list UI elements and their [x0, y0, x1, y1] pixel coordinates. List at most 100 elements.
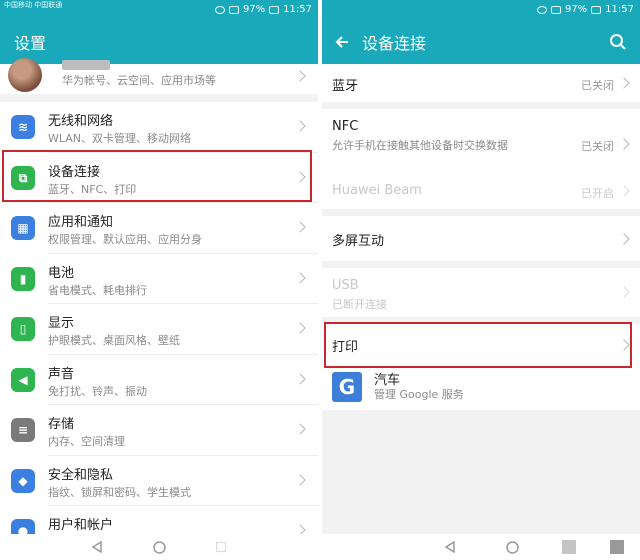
- recents-nav-button[interactable]: [214, 540, 228, 554]
- clock: 11:57: [605, 4, 634, 15]
- chevron-right-icon: [294, 70, 306, 82]
- battery-icon: ▮: [11, 266, 35, 291]
- chevron-right-icon: [294, 271, 306, 284]
- home-nav-button[interactable]: [152, 540, 166, 554]
- settings-item[interactable]: ▦ 应用和通知权限管理、默认应用、应用分身: [0, 203, 318, 254]
- nav-bar: [0, 534, 318, 560]
- chevron-right-icon: [618, 233, 630, 245]
- car-label: 汽车: [374, 373, 401, 388]
- shield-icon: ◆: [11, 468, 35, 493]
- status-bar: 97% 11:57: [322, 0, 640, 20]
- recents-square-icon[interactable]: [610, 540, 624, 554]
- page-title: 设置: [14, 34, 47, 53]
- account-subtitle: 华为帐号、云空间、应用市场等: [62, 74, 216, 87]
- settings-item-title: 电池: [48, 265, 75, 281]
- status-bar: 中国移动 中国联通 97% 11:57: [0, 0, 318, 20]
- multiscreen-label: 多屏互动: [332, 234, 385, 249]
- chevron-right-icon: [294, 473, 306, 486]
- page-title: 设备连接: [362, 34, 427, 53]
- account-name-blurred: [62, 60, 110, 70]
- nfc-label: NFC: [332, 119, 359, 134]
- avatar: [8, 58, 42, 92]
- chevron-right-icon: [618, 77, 630, 89]
- chevron-right-icon: [294, 120, 306, 132]
- chevron-right-icon: [294, 221, 306, 233]
- sound-icon: ◀: [11, 367, 35, 392]
- battery-percent: 97%: [242, 4, 266, 15]
- settings-item[interactable]: ◆ 安全和隐私指纹、锁屏和密码、学生模式: [0, 455, 318, 506]
- bluetooth-row[interactable]: 蓝牙 已关闭: [322, 64, 640, 102]
- huawei-beam-row: Huawei Beam 已开启: [322, 177, 640, 209]
- display-icon: ▯: [11, 317, 35, 341]
- storage-icon: ≡: [11, 418, 35, 442]
- chevron-right-icon: [618, 185, 630, 197]
- usb-label: USB: [332, 278, 359, 293]
- back-triangle-icon: [444, 541, 455, 553]
- chevron-right-icon: [294, 372, 306, 385]
- settings-item[interactable]: ◀ 声音免打扰、铃声、振动: [0, 354, 318, 405]
- wifi-icon: ≋: [11, 115, 35, 139]
- account-row[interactable]: 华为帐号、云空间、应用市场等: [0, 58, 318, 94]
- usb-status: 已断开连接: [332, 298, 387, 311]
- battery-percent: 97%: [564, 4, 588, 15]
- signal-icon: [550, 5, 561, 14]
- nav-bar: [322, 534, 640, 560]
- back-button[interactable]: [322, 20, 362, 64]
- settings-item-title: 显示: [48, 316, 75, 331]
- settings-item-subtitle: 免打扰、铃声、振动: [48, 384, 147, 398]
- settings-screen: 中国移动 中国联通 97% 11:57 设置 华为帐号、云空间、应用市场等 ≋ 无…: [0, 0, 318, 560]
- settings-item-title: 安全和隐私: [48, 467, 114, 483]
- settings-item-subtitle: 内存、空间清理: [48, 435, 125, 448]
- battery-icon: [591, 5, 602, 14]
- bluetooth-label: 蓝牙: [332, 79, 359, 94]
- settings-item[interactable]: ≡ 存储内存、空间清理: [0, 405, 318, 456]
- clock: 11:57: [283, 4, 312, 15]
- nfc-description: 允许手机在接触其他设备时交换数据: [332, 139, 508, 152]
- settings-item[interactable]: ≋ 无线和网络 WLAN、双卡管理、移动网络: [0, 102, 318, 153]
- chevron-right-icon: [618, 138, 630, 150]
- home-nav-button[interactable]: [505, 540, 519, 554]
- settings-item-title: 用户和帐户: [48, 518, 114, 533]
- app-bar: 设备连接: [322, 20, 640, 64]
- search-button[interactable]: [604, 28, 632, 56]
- nfc-row[interactable]: NFC 允许手机在接触其他设备时交换数据 已关闭: [322, 109, 640, 177]
- multiscreen-row[interactable]: 多屏互动: [322, 216, 640, 261]
- settings-item-title: 存储: [48, 417, 75, 432]
- car-subtitle: 管理 Google 服务: [374, 388, 464, 401]
- settings-item-subtitle: WLAN、双卡管理、移动网络: [48, 132, 192, 145]
- huawei-beam-status: 已开启: [581, 187, 614, 200]
- highlight-frame: [324, 322, 632, 368]
- google-g-icon: G: [332, 372, 362, 402]
- settings-item[interactable]: ▯ 显示 护眼模式、桌面风格、壁纸: [0, 304, 318, 355]
- settings-item-subtitle: 指纹、锁屏和密码、学生模式: [48, 485, 191, 499]
- recents-square-icon[interactable]: [562, 540, 576, 554]
- settings-item-subtitle: 省电模式、耗电排行: [48, 283, 147, 297]
- home-circle-icon: [505, 540, 519, 554]
- bluetooth-status: 已关闭: [581, 79, 614, 92]
- app-bar: 设置: [0, 20, 318, 64]
- settings-item-title: 声音: [48, 366, 75, 382]
- settings-item[interactable]: ▮ 电池省电模式、耗电排行: [0, 253, 318, 304]
- car-row[interactable]: G 汽车 管理 Google 服务: [322, 366, 640, 410]
- home-circle-icon: [152, 540, 166, 554]
- back-arrow-icon: [335, 36, 348, 48]
- settings-item-subtitle: 权限管理、默认应用、应用分身: [48, 233, 202, 246]
- huawei-beam-label: Huawei Beam: [332, 183, 422, 198]
- device-connection-screen: 97% 11:57 设备连接 蓝牙 已关闭 NFC 允许手机在接触其他设备时交换…: [322, 0, 640, 560]
- highlight-frame: [2, 150, 312, 202]
- apps-icon: ▦: [11, 216, 35, 240]
- carrier-label: 中国移动 中国联通: [4, 1, 63, 9]
- back-nav-button[interactable]: [90, 540, 104, 554]
- usb-row: USB 已断开连接: [322, 268, 640, 317]
- alarm-icon: [536, 5, 547, 14]
- alarm-icon: [214, 5, 225, 14]
- search-icon: [610, 34, 626, 50]
- settings-item-title: 应用和通知: [48, 215, 114, 230]
- recents-square-icon: [215, 541, 227, 553]
- back-nav-button[interactable]: [443, 540, 457, 554]
- nfc-status: 已关闭: [581, 140, 614, 153]
- back-triangle-icon: [91, 541, 102, 553]
- settings-item-title: 无线和网络: [48, 114, 114, 129]
- signal-icon: [228, 5, 239, 14]
- chevron-right-icon: [294, 322, 306, 334]
